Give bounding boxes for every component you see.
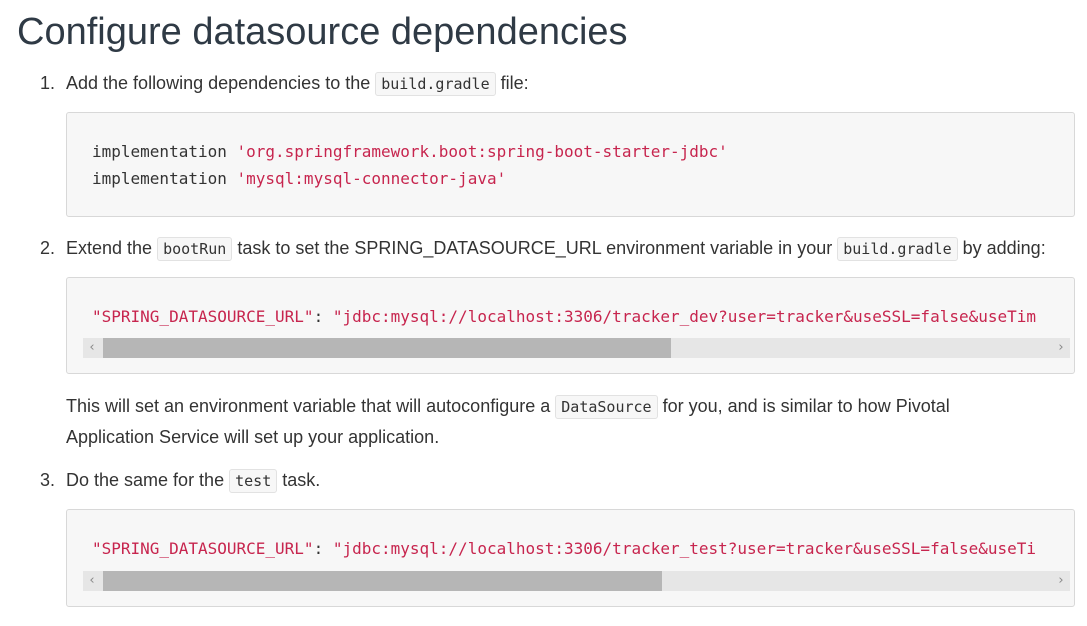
code-string: 'org.springframework.boot:spring-boot-st… bbox=[236, 142, 728, 161]
code-keyword: implementation bbox=[92, 169, 227, 188]
code-line: "SPRING_DATASOURCE_URL": "jdbc:mysql://l… bbox=[92, 303, 1036, 330]
step-text-after: file: bbox=[500, 73, 529, 93]
inline-code: bootRun bbox=[157, 237, 233, 261]
code-keyword: implementation bbox=[92, 142, 227, 161]
code-line: implementation 'org.springframework.boot… bbox=[92, 138, 728, 165]
page-title: Configure datasource dependencies bbox=[17, 11, 628, 53]
code-block-dependencies: implementation 'org.springframework.boot… bbox=[66, 112, 1075, 217]
code-block-bootrun: "SPRING_DATASOURCE_URL": "jdbc:mysql://l… bbox=[66, 277, 1075, 374]
note-text-before: This will set an environment variable th… bbox=[66, 396, 551, 416]
step-1-text: Add the following dependencies to the bu… bbox=[66, 71, 529, 96]
step-3-text: Do the same for the test task. bbox=[66, 468, 320, 493]
scrollbar-thumb[interactable] bbox=[103, 571, 662, 591]
step-number: 3. bbox=[40, 470, 56, 490]
code-value: "jdbc:mysql://localhost:3306/tracker_tes… bbox=[332, 539, 1037, 558]
scrollbar-thumb[interactable] bbox=[103, 338, 671, 358]
code-value: "jdbc:mysql://localhost:3306/tracker_dev… bbox=[332, 307, 1037, 326]
inline-code: DataSource bbox=[555, 395, 658, 419]
code-key: "SPRING_DATASOURCE_URL" bbox=[92, 307, 314, 326]
note-paragraph: This will set an environment variable th… bbox=[66, 391, 1026, 452]
inline-code: test bbox=[229, 469, 278, 493]
code-separator: : bbox=[313, 539, 333, 558]
step-text-after: task. bbox=[282, 470, 321, 490]
step-number: 2. bbox=[40, 238, 56, 258]
step-text-before: Extend the bbox=[66, 238, 153, 258]
chevron-right-icon[interactable]: › bbox=[1052, 571, 1070, 591]
chevron-left-icon[interactable]: ‹ bbox=[83, 571, 101, 591]
inline-code: build.gradle bbox=[837, 237, 958, 261]
inline-code: build.gradle bbox=[375, 72, 496, 96]
code-line: implementation 'mysql:mysql-connector-ja… bbox=[92, 165, 506, 192]
code-string: 'mysql:mysql-connector-java' bbox=[236, 169, 507, 188]
horizontal-scrollbar[interactable]: ‹ › bbox=[83, 338, 1070, 358]
page: Configure datasource dependencies 1. Add… bbox=[0, 0, 1087, 626]
step-text-after: by adding: bbox=[962, 238, 1046, 258]
horizontal-scrollbar[interactable]: ‹ › bbox=[83, 571, 1070, 591]
chevron-left-icon[interactable]: ‹ bbox=[83, 338, 101, 358]
chevron-right-icon[interactable]: › bbox=[1052, 338, 1070, 358]
step-number: 1. bbox=[40, 73, 56, 93]
code-key: "SPRING_DATASOURCE_URL" bbox=[92, 539, 314, 558]
code-separator: : bbox=[313, 307, 333, 326]
code-block-test: "SPRING_DATASOURCE_URL": "jdbc:mysql://l… bbox=[66, 509, 1075, 607]
code-line: "SPRING_DATASOURCE_URL": "jdbc:mysql://l… bbox=[92, 535, 1036, 562]
step-2-text: Extend the bootRun task to set the SPRIN… bbox=[66, 236, 1046, 261]
step-text-before: Add the following dependencies to the bbox=[66, 73, 371, 93]
step-text-before: Do the same for the bbox=[66, 470, 225, 490]
step-text-middle: task to set the SPRING_DATASOURCE_URL en… bbox=[237, 238, 833, 258]
